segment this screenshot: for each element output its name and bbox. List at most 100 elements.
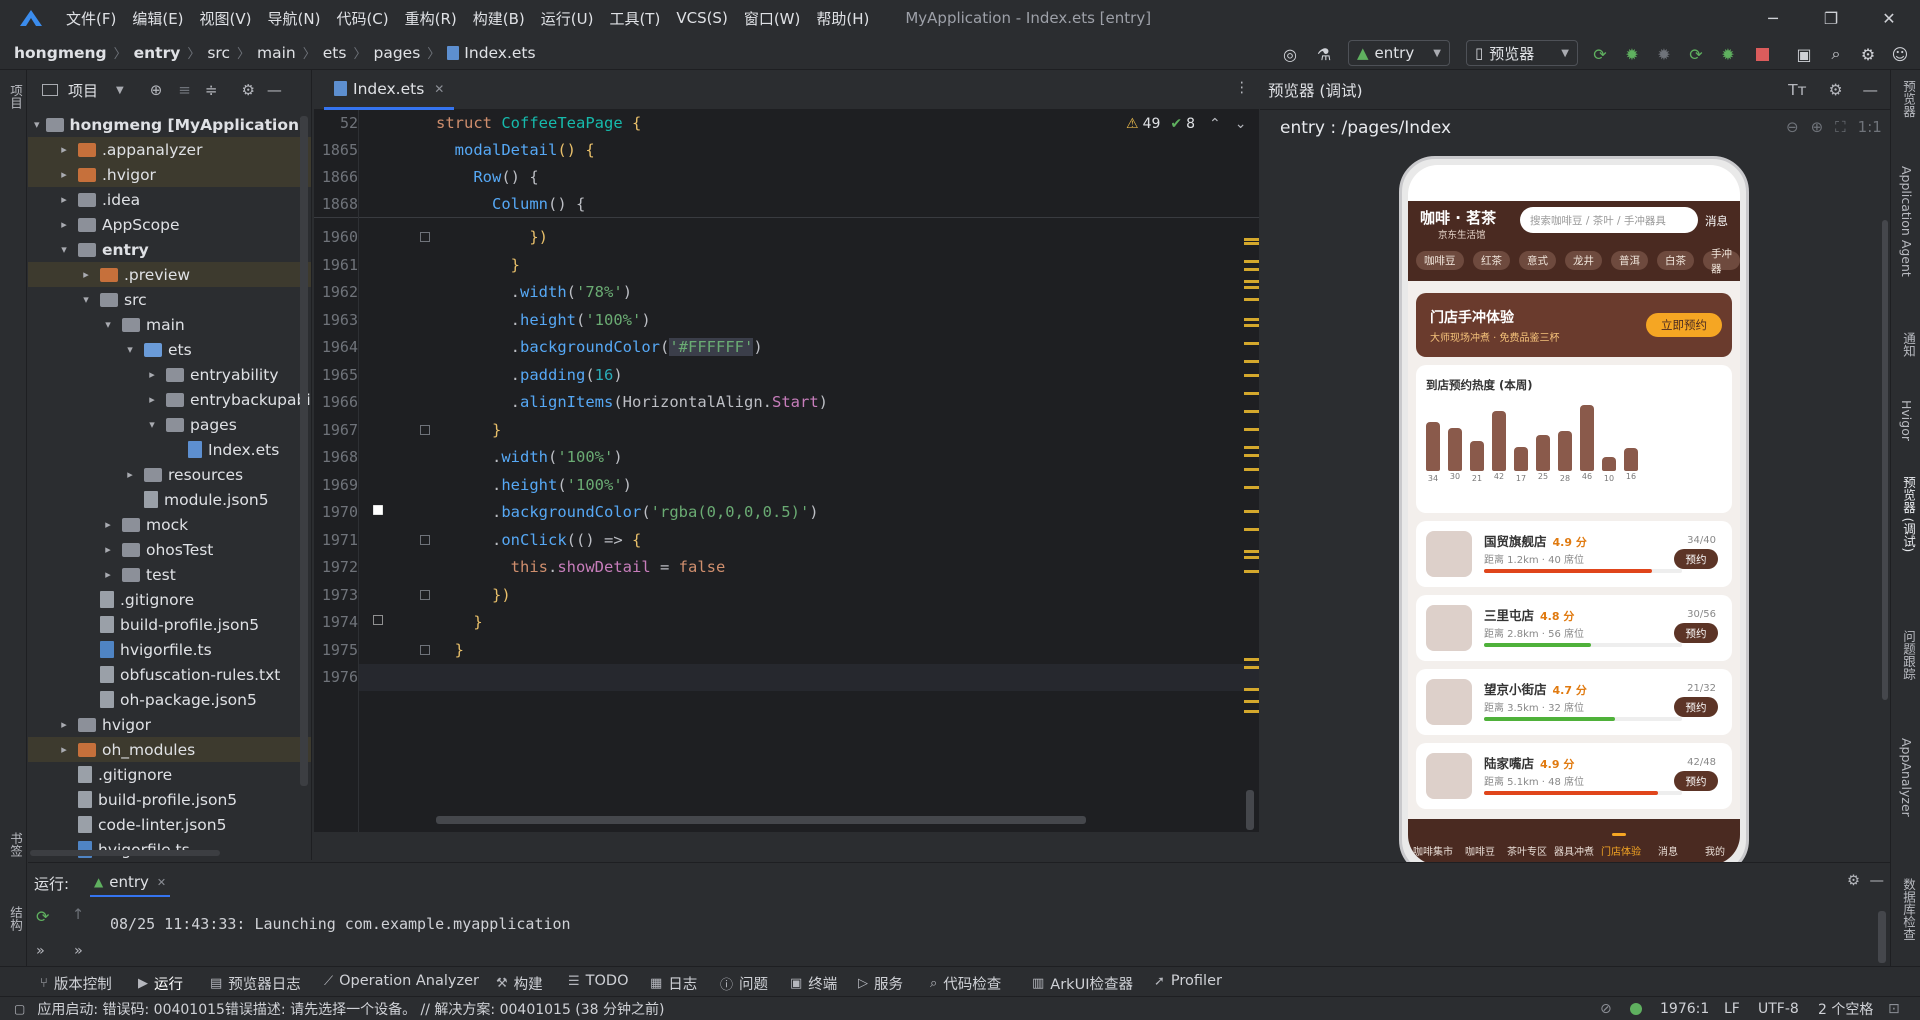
chevron-right-icon[interactable]: ▸ <box>78 268 94 281</box>
code-line[interactable]: .height('100%') <box>436 476 632 494</box>
next-issue-icon[interactable]: ⌄ <box>1235 116 1247 132</box>
code-line[interactable]: .backgroundColor('rgba(0,0,0,0.5)') <box>436 503 819 521</box>
menu-item[interactable]: 工具(T) <box>609 8 660 29</box>
warning-marker[interactable] <box>1244 242 1259 245</box>
color-swatch-white[interactable] <box>373 505 383 515</box>
tree-item[interactable]: oh-package.json5 <box>28 687 311 712</box>
menu-item[interactable]: 运行(U) <box>541 8 594 29</box>
profile-icon[interactable]: ✹ <box>1718 44 1738 64</box>
code-line[interactable]: .padding(16) <box>436 366 623 384</box>
app-message-link[interactable]: 消息 <box>1705 213 1728 229</box>
tree-item[interactable]: ▸ .idea <box>28 187 311 212</box>
category-chip[interactable]: 手冲器 <box>1703 248 1740 275</box>
tree-item[interactable]: ▸ mock <box>28 512 311 537</box>
tree-item[interactable]: ▾ pages <box>28 412 311 437</box>
app-tab[interactable]: 器具冲煮 <box>1551 843 1597 858</box>
warning-marker[interactable] <box>1244 666 1259 669</box>
category-chip[interactable]: 红茶 <box>1473 251 1510 270</box>
lock-icon[interactable]: ⊡ <box>1888 1001 1900 1017</box>
warning-marker[interactable] <box>1244 700 1259 703</box>
warning-marker[interactable] <box>1244 658 1259 661</box>
code-line[interactable]: this.showDetail = false <box>436 558 726 576</box>
prev-issue-icon[interactable]: ⌃ <box>1209 116 1221 132</box>
fit-icon[interactable]: ⛶ <box>1835 118 1846 136</box>
close-tab-icon[interactable]: ✕ <box>434 82 444 96</box>
warning-marker[interactable] <box>1244 268 1259 271</box>
fold-icon[interactable] <box>420 232 430 242</box>
structure-tool-button[interactable]: 结构 <box>6 906 25 931</box>
store-card[interactable]: 三里屯店 4.8 分距离 2.8km · 56 席位 30/56 预约 <box>1416 595 1732 661</box>
chevron-right-icon[interactable]: ▸ <box>56 168 72 181</box>
tree-item[interactable]: ▸ .preview <box>28 262 311 287</box>
caret-position[interactable]: 1976:1 <box>1660 1001 1709 1017</box>
menu-item[interactable]: 构建(B) <box>473 8 525 29</box>
chevron-right-icon[interactable]: ▸ <box>56 218 72 231</box>
power-save-icon[interactable]: ⊘ <box>1600 1001 1612 1017</box>
chevron-right-icon[interactable]: ▸ <box>122 468 138 481</box>
category-chip[interactable]: 白茶 <box>1657 251 1694 270</box>
code-line[interactable]: .width('100%') <box>436 448 623 466</box>
zoom-in-icon[interactable]: ⊕ <box>1811 118 1824 136</box>
tool-window-button[interactable]: ⌕ 代码检查 <box>930 973 1001 994</box>
app-tab[interactable]: 我的 <box>1692 843 1738 858</box>
chevron-down-icon[interactable]: ▾ <box>56 243 72 256</box>
warning-marker[interactable] <box>1244 286 1259 289</box>
warning-marker[interactable] <box>1244 374 1259 377</box>
collapse-all-icon[interactable]: ≑ <box>205 81 218 99</box>
more-tabs-icon[interactable]: ⋮ <box>1235 80 1250 96</box>
reserve-button[interactable]: 预约 <box>1674 549 1718 569</box>
fold-icon[interactable] <box>420 589 430 600</box>
right-tool-button[interactable]: 预览器 <box>1899 80 1918 118</box>
code-line[interactable]: .height('100%') <box>436 311 651 329</box>
debug-icon[interactable]: ✹ <box>1622 44 1642 64</box>
menu-item[interactable]: 视图(V) <box>200 8 252 29</box>
more-icon[interactable]: » <box>74 943 83 959</box>
app-tab[interactable]: 门店体验 <box>1598 843 1644 858</box>
project-panel-title[interactable]: 项目 <box>68 80 98 101</box>
right-tool-button[interactable]: 问题跟踪 <box>1899 630 1918 680</box>
store-card[interactable]: 陆家嘴店 4.9 分距离 5.1km · 48 席位 42/48 预约 <box>1416 743 1732 809</box>
zoom-out-icon[interactable]: ⊖ <box>1786 118 1799 136</box>
font-size-icon[interactable]: Tт <box>1788 81 1807 99</box>
breadcrumb-item[interactable]: main <box>257 44 296 62</box>
search-icon[interactable]: ⌕ <box>1826 44 1846 64</box>
chevron-right-icon[interactable]: ▸ <box>100 543 116 556</box>
warning-marker[interactable] <box>1244 260 1259 263</box>
warning-marker[interactable] <box>1244 446 1259 449</box>
more-icon[interactable]: » <box>36 943 45 959</box>
code-line[interactable]: }) <box>436 228 548 246</box>
gear-icon[interactable]: ⚙ <box>1847 873 1860 889</box>
right-tool-button[interactable]: Hvigor <box>1899 400 1914 441</box>
menu-item[interactable]: 导航(N) <box>268 8 321 29</box>
tool-window-button[interactable]: ⚒ 构建 <box>496 973 543 994</box>
maximize-button[interactable]: ❐ <box>1802 0 1860 36</box>
store-card[interactable]: 望京小街店 4.7 分距离 3.5km · 32 席位 21/32 预约 <box>1416 669 1732 735</box>
tree-item[interactable]: build-profile.json5 <box>28 787 311 812</box>
tool-window-button[interactable]: ▥ ArkUI检查器 <box>1032 973 1133 994</box>
breadcrumb-item[interactable]: hongmeng <box>14 44 107 62</box>
run-scrollbar[interactable] <box>1878 911 1886 963</box>
project-tool-button[interactable]: 项目 <box>6 84 25 109</box>
indent-setting[interactable]: 2 个空格 <box>1818 999 1873 1019</box>
tool-window-button[interactable]: ☰ TODO <box>568 973 629 989</box>
warning-marker[interactable] <box>1244 360 1259 363</box>
fold-icon[interactable] <box>420 534 430 545</box>
line-separator[interactable]: LF <box>1724 1001 1740 1017</box>
warning-marker[interactable] <box>1244 570 1259 573</box>
actual-size-label[interactable]: 1:1 <box>1858 118 1882 136</box>
breadcrumb-item[interactable]: ets <box>323 44 347 62</box>
code-line[interactable]: .width('78%') <box>436 283 632 301</box>
editor-h-scrollbar[interactable] <box>436 816 1086 824</box>
code-line[interactable]: } <box>436 256 520 274</box>
close-tab-icon[interactable]: ✕ <box>157 876 166 889</box>
refresh-run-icon[interactable]: ⟳ <box>1590 44 1610 64</box>
panel-toggle-icon[interactable]: ▢ <box>14 1002 25 1016</box>
tree-item[interactable]: ▸ AppScope <box>28 212 311 237</box>
hide-icon[interactable]: — <box>1870 873 1885 889</box>
gear-icon[interactable]: ⚙ <box>1829 81 1843 99</box>
tool-window-button[interactable]: ⑂ 版本控制 <box>40 973 112 994</box>
tree-item[interactable]: ▾ entry <box>28 237 311 262</box>
reserve-button[interactable]: 预约 <box>1674 697 1718 717</box>
code-editor[interactable]: 52 struct CoffeeTeaPage {1865 modalDetail… <box>314 110 1259 832</box>
run-tab-entry[interactable]: ▲ entry ✕ <box>90 869 171 897</box>
